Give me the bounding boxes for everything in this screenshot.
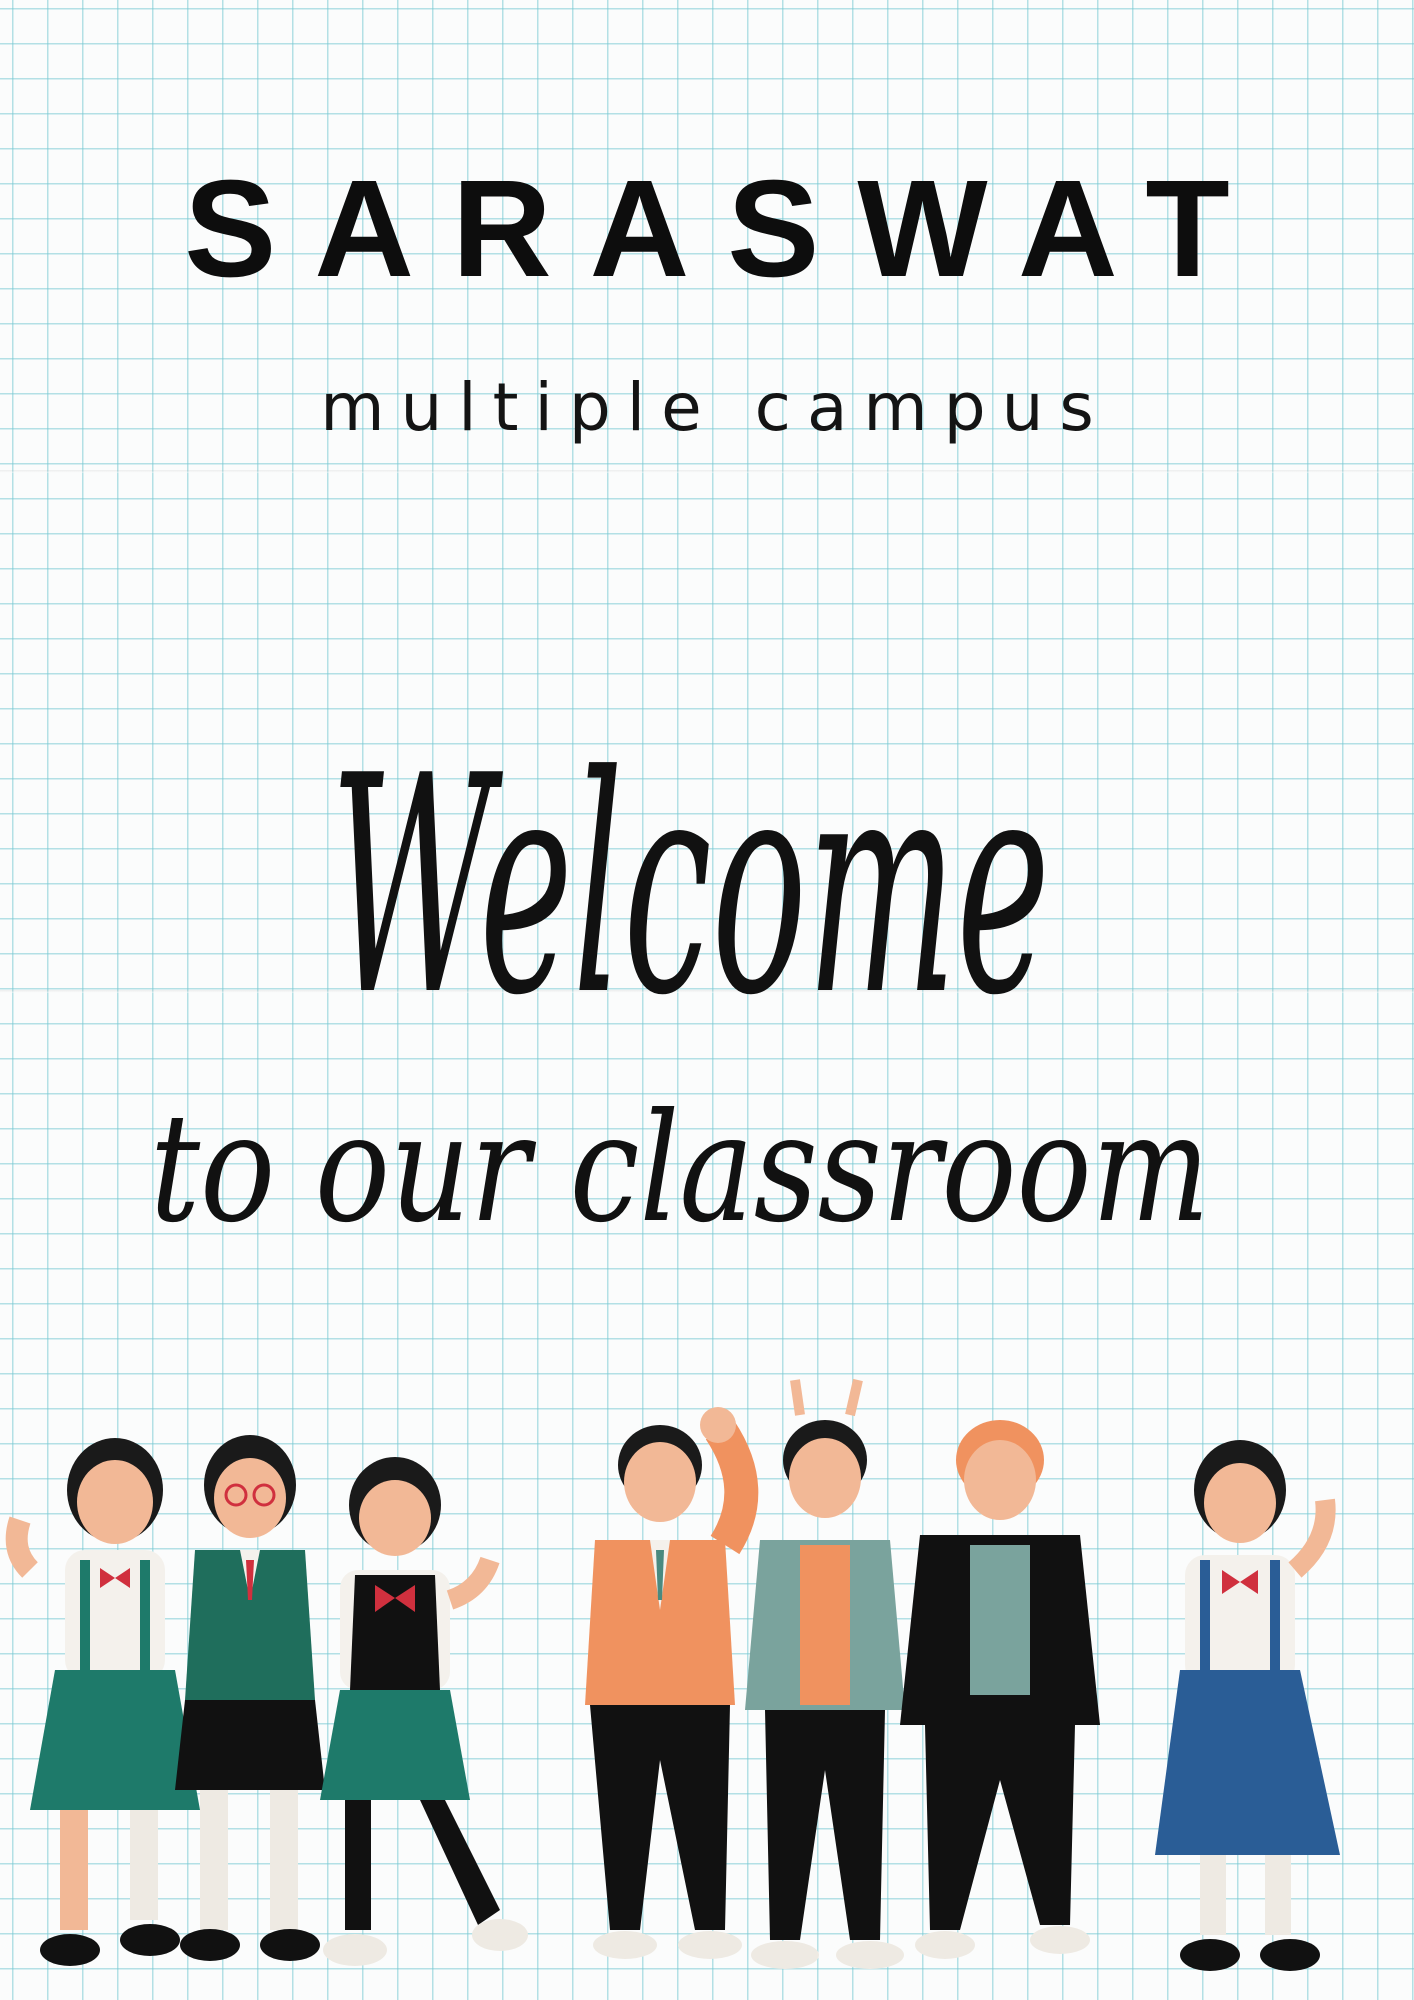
student-girl-green-blazer xyxy=(175,1435,325,1961)
student-girl-navy-skirt xyxy=(1155,1440,1340,1971)
students-group-illustration xyxy=(5,1378,1340,1971)
paper-fold-top xyxy=(0,470,1414,473)
student-boy-orange-cardigan xyxy=(585,1407,759,1959)
student-boy-grey-jacket xyxy=(745,1378,905,1969)
campus-title: SARASWAT xyxy=(184,152,1268,306)
student-girl-teal xyxy=(5,1438,200,1966)
student-boy-black-uniform xyxy=(900,1420,1100,1959)
welcome-text: Welcome xyxy=(330,712,1050,1061)
campus-subtitle: multiple campus xyxy=(320,369,1110,446)
tagline-text: to our classroom xyxy=(150,1082,1210,1256)
welcome-script: Welcome to our classroom xyxy=(150,712,1210,1256)
student-girl-black-vest xyxy=(320,1457,528,1966)
